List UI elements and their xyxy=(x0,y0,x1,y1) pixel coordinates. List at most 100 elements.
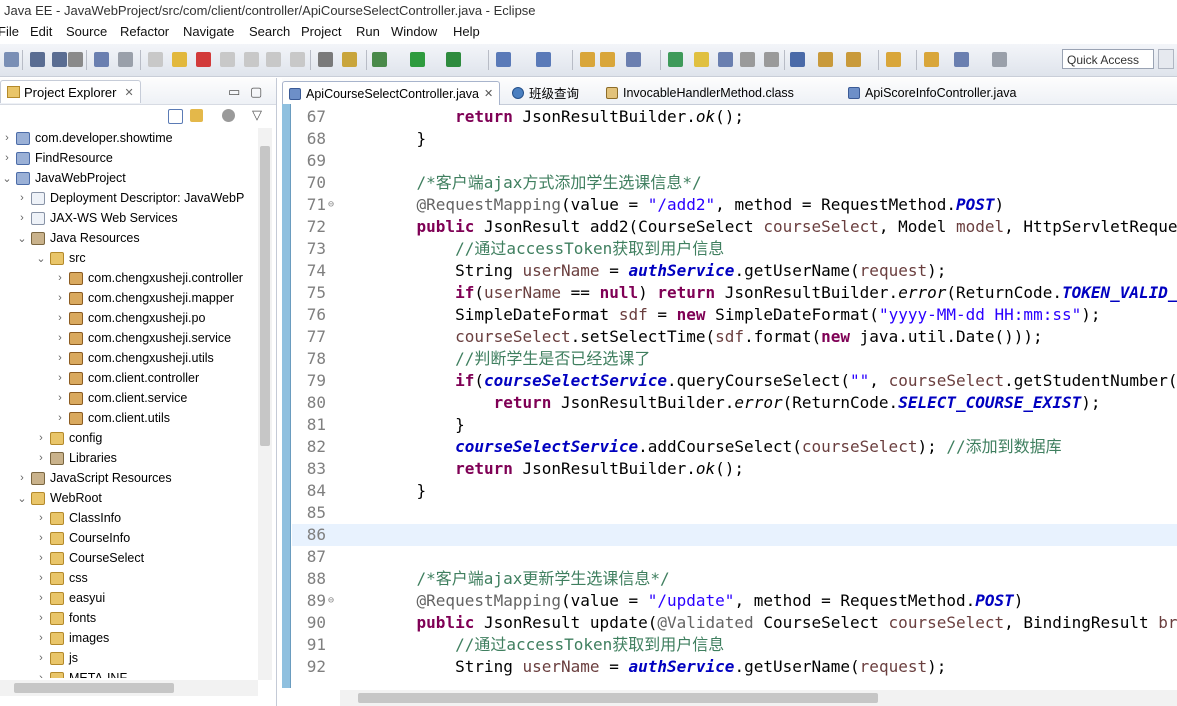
tree-item[interactable]: › ClassInfo xyxy=(0,508,256,528)
collapse-arrow-icon[interactable]: ⌄ xyxy=(15,492,29,505)
previous-annotation-icon[interactable] xyxy=(846,52,861,67)
back-icon[interactable] xyxy=(924,52,939,67)
code-line[interactable]: 89 ⊖ @RequestMapping(value = "/update", m… xyxy=(292,590,1177,612)
expand-arrow-icon[interactable]: › xyxy=(34,672,48,678)
menu-run[interactable]: Run xyxy=(356,24,380,39)
tree-item[interactable]: › META-INF xyxy=(0,668,256,678)
disconnect-icon[interactable] xyxy=(220,52,235,67)
code-line[interactable]: 76 SimpleDateFormat sdf = new SimpleDate… xyxy=(292,304,1177,326)
expand-arrow-icon[interactable]: › xyxy=(53,292,67,304)
use-step-filters-icon[interactable] xyxy=(342,52,357,67)
code-line[interactable]: 85 xyxy=(292,502,1177,524)
expand-arrow-icon[interactable]: › xyxy=(53,312,67,324)
toggle-block-icon[interactable] xyxy=(718,52,733,67)
tree-item[interactable]: › com.chengxusheji.utils xyxy=(0,348,256,368)
tree-item[interactable]: ⌄ Java Resources xyxy=(0,228,256,248)
step-return-icon[interactable] xyxy=(290,52,305,67)
editor-tab[interactable]: ApiCourseSelectController.java ✕ xyxy=(282,81,501,105)
expand-arrow-icon[interactable]: › xyxy=(34,652,48,664)
code-line[interactable]: 78 //判断学生是否已经选课了 xyxy=(292,348,1177,370)
expand-arrow-icon[interactable]: › xyxy=(53,272,67,284)
collapse-arrow-icon[interactable]: ⌄ xyxy=(15,232,29,245)
new-server-icon[interactable] xyxy=(496,52,511,67)
open-task-icon[interactable] xyxy=(668,52,683,67)
tree-item[interactable]: ⌄ JavaWebProject xyxy=(0,168,256,188)
code-line[interactable]: 86 xyxy=(292,524,1177,546)
minimize-icon[interactable]: ▭ xyxy=(228,84,240,100)
code-line[interactable]: 72 public JsonResult add2(CourseSelect c… xyxy=(292,216,1177,238)
perspective-button[interactable] xyxy=(1158,49,1174,69)
code-line[interactable]: 84 } xyxy=(292,480,1177,502)
tree-item[interactable]: › css xyxy=(0,568,256,588)
expand-arrow-icon[interactable]: › xyxy=(0,132,14,144)
menu-navigate[interactable]: Navigate xyxy=(183,24,234,39)
menu-refactor[interactable]: Refactor xyxy=(120,24,169,39)
view-menu-icon[interactable]: ▽ xyxy=(252,107,262,123)
close-tab-icon[interactable]: ✕ xyxy=(484,87,493,100)
code-line[interactable]: 80 return JsonResultBuilder.error(Return… xyxy=(292,392,1177,414)
code-line[interactable]: 74 String userName = authService.getUser… xyxy=(292,260,1177,282)
code-line[interactable]: 88 /*客户端ajax更新学生选课信息*/ xyxy=(292,568,1177,590)
new-icon[interactable] xyxy=(4,52,19,67)
expand-arrow-icon[interactable]: › xyxy=(34,632,48,644)
code-line[interactable]: 67 return JsonResultBuilder.ok(); xyxy=(292,106,1177,128)
expand-arrow-icon[interactable]: › xyxy=(34,512,48,524)
code-line[interactable]: 75 if(userName == null) return JsonResul… xyxy=(292,282,1177,304)
search-icon[interactable] xyxy=(626,52,641,67)
code-line[interactable]: 91 //通过accessToken获取到用户信息 xyxy=(292,634,1177,656)
tree-item[interactable]: › Deployment Descriptor: JavaWebP xyxy=(0,188,256,208)
expand-arrow-icon[interactable]: › xyxy=(53,372,67,384)
tree-item[interactable]: › com.developer.showtime xyxy=(0,128,256,148)
step-over-icon[interactable] xyxy=(266,52,281,67)
tree-item[interactable]: › com.client.service xyxy=(0,388,256,408)
tree-item[interactable]: › js xyxy=(0,648,256,668)
tree-item[interactable]: › com.client.utils xyxy=(0,408,256,428)
menu-project[interactable]: Project xyxy=(301,24,341,39)
drop-to-frame-icon[interactable] xyxy=(318,52,333,67)
next-annotation-icon[interactable] xyxy=(818,52,833,67)
expand-arrow-icon[interactable]: › xyxy=(34,552,48,564)
skip-breakpoints-icon[interactable] xyxy=(118,52,133,67)
tree-item[interactable]: › easyui xyxy=(0,588,256,608)
debug-icon[interactable] xyxy=(372,52,387,67)
code-line[interactable]: 70 /*客户端ajax方式添加学生选课信息*/ xyxy=(292,172,1177,194)
maximize-icon[interactable]: ▢ xyxy=(250,84,262,100)
print-icon[interactable] xyxy=(68,52,83,67)
code-line[interactable]: 92 String userName = authService.getUser… xyxy=(292,656,1177,678)
editor-tab[interactable]: ApiScoreInfoController.java xyxy=(842,81,1022,104)
code-line[interactable]: 68 } xyxy=(292,128,1177,150)
web-browser-icon[interactable] xyxy=(790,52,805,67)
code-line[interactable]: 90 public JsonResult update(@Validated C… xyxy=(292,612,1177,634)
menu-window[interactable]: Window xyxy=(391,24,437,39)
expand-arrow-icon[interactable]: › xyxy=(34,612,48,624)
menu-help[interactable]: Help xyxy=(453,24,480,39)
expand-arrow-icon[interactable]: › xyxy=(53,392,67,404)
expand-arrow-icon[interactable]: › xyxy=(15,212,29,224)
quick-access-input[interactable]: Quick Access xyxy=(1062,49,1154,69)
pin-editor-icon[interactable] xyxy=(992,52,1007,67)
run-icon[interactable] xyxy=(410,52,425,67)
filter-icon[interactable] xyxy=(222,109,235,122)
collapse-arrow-icon[interactable]: ⌄ xyxy=(34,252,48,265)
save-icon[interactable] xyxy=(30,52,45,67)
expand-arrow-icon[interactable]: › xyxy=(15,192,29,204)
tab-project-explorer[interactable]: Project Explorer ✕ xyxy=(0,80,141,103)
toggle-mark-occurrences-icon[interactable] xyxy=(694,52,709,67)
collapse-arrow-icon[interactable]: ⌄ xyxy=(0,172,14,185)
terminate-icon[interactable] xyxy=(196,52,211,67)
forward-icon[interactable] xyxy=(954,52,969,67)
tree-item[interactable]: › JavaScript Resources xyxy=(0,468,256,488)
tree-item[interactable]: ⌄ src xyxy=(0,248,256,268)
code-line[interactable]: 81 } xyxy=(292,414,1177,436)
close-icon[interactable]: ✕ xyxy=(124,86,133,99)
tree-item[interactable]: › images xyxy=(0,628,256,648)
suspend-icon[interactable] xyxy=(172,52,187,67)
link-with-editor-icon[interactable] xyxy=(190,109,203,122)
menu-search[interactable]: Search xyxy=(249,24,290,39)
expand-arrow-icon[interactable]: › xyxy=(0,152,14,164)
editor-horizontal-scrollbar[interactable] xyxy=(340,690,1177,706)
tree-item[interactable]: › config xyxy=(0,428,256,448)
tree-item[interactable]: › com.chengxusheji.mapper xyxy=(0,288,256,308)
tree-item[interactable]: › JAX-WS Web Services xyxy=(0,208,256,228)
collapse-all-icon[interactable] xyxy=(168,109,183,124)
